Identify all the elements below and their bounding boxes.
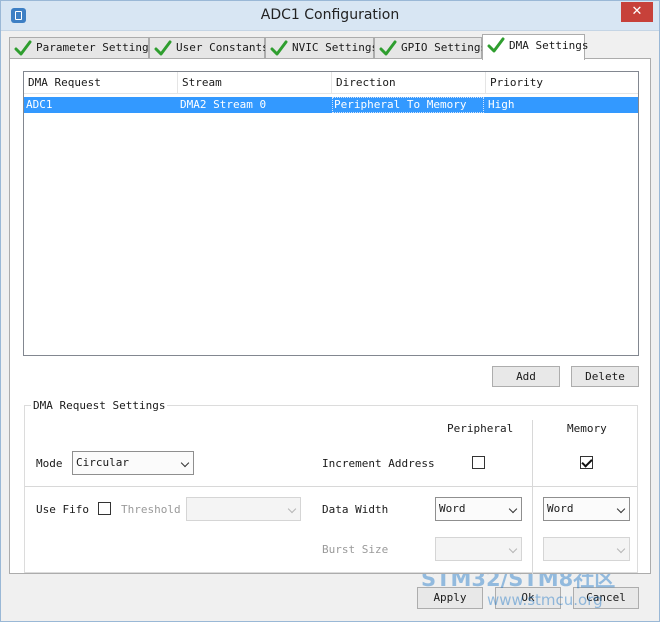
use-fifo-label: Use Fifo [36, 503, 89, 516]
burst-size-peripheral-select[interactable] [435, 537, 522, 561]
peripheral-header: Peripheral [447, 422, 514, 435]
column-header-stream[interactable]: Stream [178, 72, 332, 94]
delete-button[interactable]: Delete [571, 366, 639, 387]
column-header-direction[interactable]: Direction [332, 72, 486, 94]
title-bar[interactable]: ADC1 Configuration ✕ [1, 1, 659, 31]
increment-address-label: Increment Address [322, 457, 435, 470]
mode-select-value: Circular [76, 456, 129, 469]
cell-stream: DMA2 Stream 0 [180, 98, 267, 111]
increment-memory-checkbox[interactable] [580, 456, 593, 469]
chevron-down-icon [180, 458, 190, 468]
dialog-window: ADC1 Configuration ✕ Parameter Settings … [0, 0, 660, 622]
add-button[interactable]: Add [492, 366, 560, 387]
cell-priority: High [488, 98, 515, 111]
window-title: ADC1 Configuration [260, 7, 400, 23]
memory-header: Memory [567, 422, 607, 435]
increment-peripheral-checkbox[interactable] [472, 456, 485, 469]
table-header: DMA Request Stream Direction Priority [24, 72, 638, 94]
column-header-dma-request[interactable]: DMA Request [24, 72, 178, 94]
data-width-label: Data Width [322, 503, 389, 516]
checkmark-icon [154, 40, 172, 56]
group-title: DMA Request Settings [31, 399, 168, 412]
data-width-peripheral-select[interactable]: Word [435, 497, 522, 521]
burst-size-memory-select[interactable] [543, 537, 630, 561]
burst-size-label: Burst Size [322, 543, 389, 556]
tab-label: DMA Settings [509, 39, 589, 52]
threshold-label: Threshold [121, 503, 181, 516]
watermark-url: www.stmcu.org [487, 591, 603, 609]
checkmark-icon [379, 40, 397, 56]
chevron-down-icon [508, 504, 518, 514]
tab-user-constants[interactable]: User Constants [149, 37, 269, 59]
checkmark-icon [14, 40, 32, 56]
dma-request-settings-group: DMA Request Settings Peripheral Memory M… [24, 399, 638, 574]
tab-gpio-settings[interactable]: GPIO Settings [374, 37, 487, 59]
tab-label: User Constants [176, 41, 269, 54]
dma-settings-panel: DMA Request Stream Direction Priority AD… [9, 58, 651, 574]
chevron-down-icon [616, 544, 626, 554]
checkmark-icon [487, 37, 505, 53]
column-divider [532, 420, 533, 574]
threshold-select[interactable] [186, 497, 301, 521]
tab-nvic-settings[interactable]: NVIC Settings [265, 37, 378, 59]
tab-dma-settings[interactable]: DMA Settings [482, 34, 589, 60]
checkmark-icon [270, 40, 288, 56]
data-width-memory-select[interactable]: Word [543, 497, 630, 521]
row-divider [25, 486, 637, 487]
dma-request-table: DMA Request Stream Direction Priority AD… [23, 71, 639, 356]
close-button[interactable]: ✕ [621, 2, 653, 22]
tab-label: Parameter Settings [36, 41, 156, 54]
mode-label: Mode [36, 457, 63, 470]
table-row[interactable]: ADC1 DMA2 Stream 0 Peripheral To Memory … [24, 97, 638, 113]
tab-parameter-settings[interactable]: Parameter Settings [9, 37, 155, 59]
tab-label: NVIC Settings [292, 41, 379, 54]
data-width-peripheral-value: Word [439, 502, 466, 515]
tab-label: GPIO Settings [401, 41, 488, 54]
cell-dma-request: ADC1 [26, 98, 53, 111]
data-width-memory-value: Word [547, 502, 574, 515]
use-fifo-checkbox[interactable] [98, 502, 111, 515]
chevron-down-icon [287, 504, 297, 514]
mode-select[interactable]: Circular [72, 451, 194, 475]
column-header-priority[interactable]: Priority [486, 72, 638, 94]
chevron-down-icon [508, 544, 518, 554]
cell-direction: Peripheral To Memory [332, 97, 484, 113]
chevron-down-icon [616, 504, 626, 514]
